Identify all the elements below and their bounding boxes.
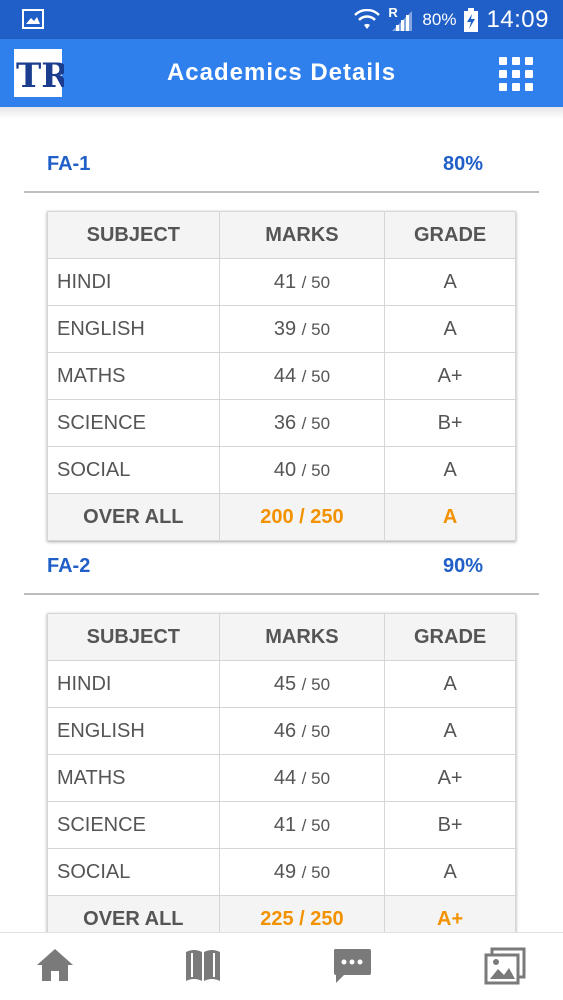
marks-cell: 45 / 50: [218, 660, 386, 708]
grade-cell: A: [384, 707, 516, 755]
battery-charging-icon: [464, 7, 479, 32]
marks-cell: 44 / 50: [218, 352, 386, 400]
overall-marks: 200 / 250: [218, 493, 386, 541]
subject-cell: ENGLISH: [47, 305, 220, 353]
grade-cell: A: [384, 848, 516, 896]
table-row: SOCIAL 40 / 50 A: [47, 446, 516, 494]
marks-cell: 49 / 50: [218, 848, 386, 896]
overall-grade: A: [384, 493, 516, 541]
marks-cell: 44 / 50: [218, 754, 386, 802]
col-header-grade: GRADE: [384, 211, 516, 259]
overall-marks: 225 / 250: [218, 895, 386, 932]
subject-cell: MATHS: [47, 352, 220, 400]
table-row: SCIENCE 41 / 50 B+: [47, 801, 516, 849]
grade-cell: A: [384, 305, 516, 353]
clock: 14:09: [486, 5, 549, 33]
col-header-marks: MARKS: [218, 211, 386, 259]
gallery-icon: [484, 947, 526, 985]
app-bar: TR Academics Details: [0, 39, 563, 107]
chat-icon: [334, 949, 371, 983]
table-row: ENGLISH 46 / 50 A: [47, 707, 516, 755]
table-row: SOCIAL 49 / 50 A: [47, 848, 516, 896]
overall-label: OVER ALL: [47, 493, 220, 541]
col-header-marks: MARKS: [218, 613, 386, 661]
marks-cell: 40 / 50: [218, 446, 386, 494]
marks-cell: 36 / 50: [218, 399, 386, 447]
col-header-grade: GRADE: [384, 613, 516, 661]
col-header-subject: SUBJECT: [47, 613, 220, 661]
subject-cell: SCIENCE: [47, 399, 220, 447]
table-row: SCIENCE 36 / 50 B+: [47, 399, 516, 447]
section-header-fa1[interactable]: FA-1 80%: [24, 137, 539, 193]
subject-cell: HINDI: [47, 660, 220, 708]
marks-cell: 39 / 50: [218, 305, 386, 353]
table-row: HINDI 45 / 50 A: [47, 660, 516, 708]
table-row: MATHS 44 / 50 A+: [47, 352, 516, 400]
overall-row: OVER ALL 225 / 250 A+: [47, 895, 516, 932]
section-percentage: 80%: [442, 153, 483, 175]
marks-cell: 41 / 50: [218, 801, 386, 849]
nav-chat-button[interactable]: [330, 943, 374, 987]
subject-cell: ENGLISH: [47, 707, 220, 755]
grade-cell: A: [384, 258, 516, 306]
signal-icon: R: [388, 5, 414, 33]
table-header-row: SUBJECT MARKS GRADE: [47, 613, 516, 661]
grade-cell: A+: [384, 352, 516, 400]
status-bar: R 80% 14:09: [0, 0, 563, 39]
grade-cell: B+: [384, 399, 516, 447]
col-header-subject: SUBJECT: [47, 211, 220, 259]
marks-table-fa1: SUBJECT MARKS GRADE HINDI 41 / 50 A ENGL…: [47, 211, 516, 541]
nav-gallery-button[interactable]: [483, 943, 527, 987]
subject-cell: HINDI: [47, 258, 220, 306]
nav-book-button[interactable]: [181, 943, 225, 987]
battery-percent: 80%: [422, 9, 457, 29]
section-percentage: 90%: [442, 555, 483, 577]
book-icon: [186, 950, 220, 981]
subject-cell: SCIENCE: [47, 801, 220, 849]
subject-cell: SOCIAL: [47, 446, 220, 494]
section-name: FA-2: [47, 555, 91, 577]
menu-grid-button[interactable]: [499, 57, 533, 91]
grade-cell: A: [384, 660, 516, 708]
overall-grade: A+: [384, 895, 516, 932]
table-row: ENGLISH 39 / 50 A: [47, 305, 516, 353]
gallery-notification-icon: [22, 9, 44, 29]
page-title: Academics Details: [166, 59, 397, 86]
table-row: MATHS 44 / 50 A+: [47, 754, 516, 802]
bottom-navigation: [0, 932, 563, 1000]
overall-row: OVER ALL 200 / 250 A: [47, 493, 516, 541]
grade-cell: A+: [384, 754, 516, 802]
grade-cell: A: [384, 446, 516, 494]
subject-cell: MATHS: [47, 754, 220, 802]
subject-cell: SOCIAL: [47, 848, 220, 896]
overall-label: OVER ALL: [47, 895, 220, 932]
grade-cell: B+: [384, 801, 516, 849]
academics-content[interactable]: FA-1 80% SUBJECT MARKS GRADE HINDI 41 / …: [0, 107, 563, 932]
marks-table-fa2: SUBJECT MARKS GRADE HINDI 45 / 50 A ENGL…: [47, 613, 516, 932]
table-header-row: SUBJECT MARKS GRADE: [47, 211, 516, 259]
section-name: FA-1: [47, 153, 91, 175]
nav-home-button[interactable]: [33, 943, 77, 987]
table-row: HINDI 41 / 50 A: [47, 258, 516, 306]
section-header-fa2[interactable]: FA-2 90%: [24, 539, 539, 595]
marks-cell: 46 / 50: [218, 707, 386, 755]
wifi-icon: [354, 8, 381, 29]
home-icon: [37, 949, 73, 981]
marks-cell: 41 / 50: [218, 258, 386, 306]
